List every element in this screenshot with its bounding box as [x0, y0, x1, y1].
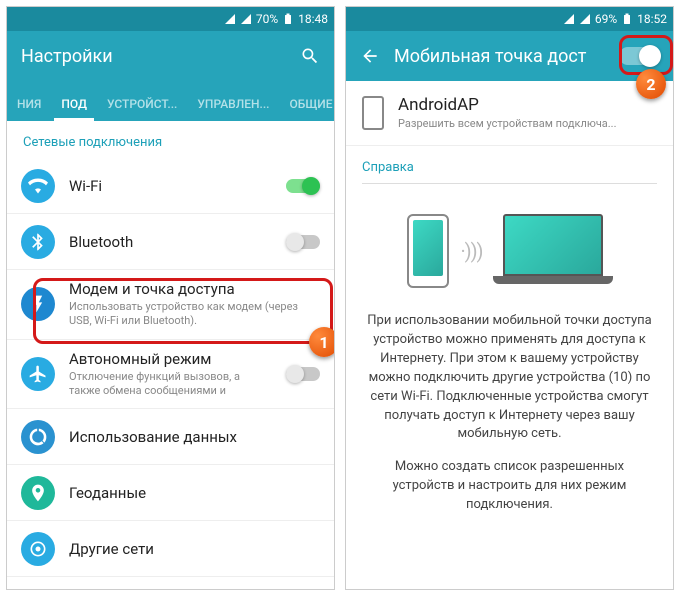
- phone-left: 70% 18:48 Настройки НИЯ ПОД УСТРОЙСТ... …: [6, 6, 335, 590]
- item-tethering[interactable]: Модем и точка доступа Использовать устро…: [7, 270, 334, 340]
- clock: 18:48: [298, 12, 328, 26]
- item-title: Модем и точка доступа: [69, 280, 320, 298]
- airplane-icon: [21, 357, 55, 391]
- hotspot-toggle[interactable]: [619, 47, 659, 65]
- item-subtitle: Отключение функций вызовов, а также обме…: [69, 370, 272, 399]
- battery-pct: 70%: [256, 12, 278, 26]
- status-bar: 70% 18:48: [7, 7, 334, 31]
- wifi-toggle[interactable]: [286, 179, 320, 193]
- phone-icon: [362, 96, 384, 130]
- section-label: Сетевые подключения: [7, 121, 334, 158]
- more-icon: [21, 532, 55, 566]
- app-header: Настройки: [7, 31, 334, 81]
- status-bar: 69% 18:52: [346, 7, 673, 31]
- clock: 18:52: [637, 12, 667, 26]
- item-ap[interactable]: AndroidAP Разрешить всем устройствам под…: [346, 81, 673, 146]
- tab[interactable]: УСТРОЙСТ...: [97, 97, 187, 121]
- item-wifi[interactable]: Wi-Fi: [7, 158, 334, 214]
- bluetooth-icon: [21, 225, 55, 259]
- item-bluetooth[interactable]: Bluetooth: [7, 214, 334, 270]
- help-text-1: При использовании мобильной точки доступ…: [364, 312, 655, 444]
- signal-icon: [579, 13, 591, 25]
- location-icon: [21, 476, 55, 510]
- item-subtitle: Использовать устройство как модем (через…: [69, 300, 320, 329]
- header-title: Мобильная точка дост: [394, 46, 605, 67]
- item-more-networks[interactable]: Другие сети: [7, 521, 334, 577]
- item-data-usage[interactable]: Использование данных: [7, 409, 334, 465]
- item-title: Автономный режим: [69, 350, 272, 368]
- back-icon[interactable]: [360, 46, 380, 66]
- item-title: Другие сети: [69, 540, 320, 558]
- signal-icon: [563, 13, 575, 25]
- item-title: Wi-Fi: [69, 177, 272, 195]
- header-title: Настройки: [21, 46, 286, 67]
- battery-pct: 69%: [595, 12, 617, 26]
- phone-graphic: [407, 214, 449, 288]
- app-header: Мобильная точка дост: [346, 31, 673, 81]
- help-text-2: Можно создать список разрешенных устройс…: [364, 458, 655, 515]
- tab-bar: НИЯ ПОД УСТРОЙСТ... УПРАВЛЕН... ОБЩИЕ: [7, 81, 334, 121]
- airplane-toggle[interactable]: [286, 367, 320, 381]
- item-title: Bluetooth: [69, 233, 272, 251]
- battery-icon: [621, 13, 633, 25]
- tab[interactable]: УПРАВЛЕН...: [187, 97, 279, 121]
- help-section: · ) ) ) При использовании мобильной точк…: [346, 184, 673, 526]
- phone-right: 69% 18:52 Мобильная точка дост AndroidAP…: [345, 6, 674, 590]
- ap-name: AndroidAP: [398, 95, 657, 115]
- signal-icon: [224, 13, 236, 25]
- tab-active[interactable]: ПОД: [51, 97, 97, 121]
- badge-1: 1: [309, 327, 335, 357]
- badge-2: 2: [636, 69, 666, 99]
- bluetooth-toggle[interactable]: [286, 235, 320, 249]
- settings-list: Сетевые подключения Wi-Fi Bluetooth Моде…: [7, 121, 334, 589]
- signal-icon: [240, 13, 252, 25]
- item-airplane[interactable]: Автономный режим Отключение функций вызо…: [7, 340, 334, 410]
- data-usage-icon: [21, 420, 55, 454]
- wifi-icon: [21, 169, 55, 203]
- search-icon[interactable]: [300, 46, 320, 66]
- ap-subtitle: Разрешить всем устройствам подключа...: [398, 117, 657, 131]
- tethering-icon: [21, 287, 55, 321]
- illustration: · ) ) ): [364, 196, 655, 312]
- help-label: Справка: [346, 146, 673, 183]
- tab[interactable]: НИЯ: [7, 97, 51, 121]
- wifi-waves-icon: · ) ) ): [461, 239, 481, 263]
- item-location[interactable]: Геоданные: [7, 465, 334, 521]
- laptop-graphic: [493, 214, 613, 288]
- item-title: Использование данных: [69, 428, 320, 446]
- item-title: Геоданные: [69, 484, 320, 502]
- tab[interactable]: ОБЩИЕ: [280, 97, 335, 121]
- battery-icon: [282, 13, 294, 25]
